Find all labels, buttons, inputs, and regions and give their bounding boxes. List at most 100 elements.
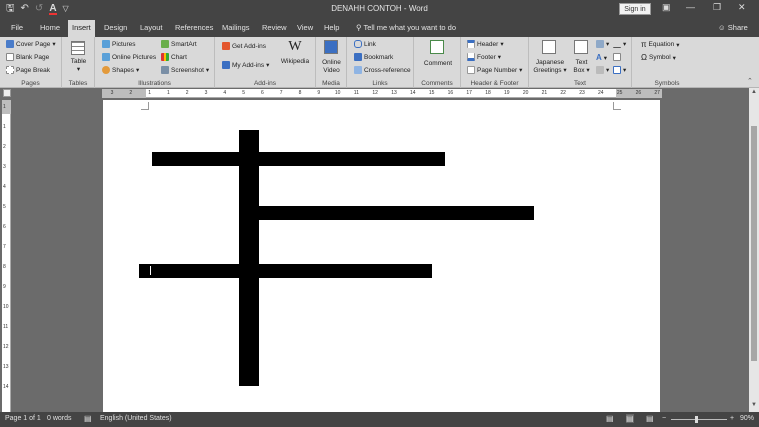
tab-help[interactable]: Help <box>320 22 343 37</box>
cross-reference-icon <box>354 66 362 74</box>
zoom-in-icon[interactable]: + <box>730 415 734 422</box>
vruler-number: 14 <box>3 384 9 390</box>
object-button[interactable]: ▾ <box>613 66 626 74</box>
date-time-button[interactable] <box>613 53 621 61</box>
header-label: Header <box>477 40 499 48</box>
ribbon-display-icon[interactable]: ▣ <box>662 2 671 13</box>
blank-page-button[interactable]: Blank Page <box>6 53 49 61</box>
group-text: Japanese Greetings ▾ Text Box ▾ ▾ A ▾ ▾ ▾ ▾… <box>529 37 632 88</box>
vertical-scrollbar[interactable]: ▲ ▼ <box>749 88 759 412</box>
group-label-comments: Comments <box>421 80 453 87</box>
table-button[interactable]: Table ▾ <box>66 58 91 74</box>
footer-button[interactable]: Footer ▾ <box>467 53 501 61</box>
zoom-level[interactable]: 90% <box>740 415 754 422</box>
ruler-number: 27 <box>654 90 660 96</box>
vertical-ruler[interactable]: 1 1 2 3 4 5 6 7 8 9 10 11 12 13 14 <box>2 100 11 412</box>
ruler-number: 2 <box>185 90 189 96</box>
tab-design[interactable]: Design <box>100 22 131 37</box>
wall-vertical[interactable] <box>239 130 259 386</box>
get-addins-button[interactable]: Get Add-ins <box>222 42 266 50</box>
ruler-number: 15 <box>428 90 435 96</box>
restore-button[interactable]: ❐ <box>713 2 721 13</box>
wikipedia-button[interactable]: Wikipedia <box>275 58 315 66</box>
document-page[interactable] <box>103 100 660 424</box>
tab-selector[interactable] <box>3 89 11 97</box>
equation-button[interactable]: π Equation ▾ <box>641 40 679 49</box>
zoom-slider-thumb[interactable] <box>695 416 699 423</box>
web-layout-icon[interactable]: ▤ <box>646 414 654 423</box>
close-button[interactable]: ✕ <box>738 2 746 13</box>
zoom-out-icon[interactable]: − <box>662 415 666 422</box>
symbol-button[interactable]: Ω Symbol ▾ <box>641 53 676 62</box>
japanese-greetings-button[interactable]: Japanese Greetings ▾ <box>531 59 569 75</box>
tab-home[interactable]: Home <box>36 22 64 37</box>
link-button[interactable]: Link <box>354 40 376 48</box>
read-mode-icon[interactable]: ▤ <box>606 414 614 423</box>
cross-reference-button[interactable]: Cross-reference <box>354 66 411 74</box>
scroll-down-icon[interactable]: ▼ <box>751 402 757 408</box>
table-icon[interactable] <box>71 41 85 55</box>
omega-icon: Ω <box>641 53 647 62</box>
zoom-slider[interactable] <box>671 419 727 420</box>
wall-top[interactable] <box>152 152 445 166</box>
cover-page-icon <box>6 40 14 48</box>
online-pictures-button[interactable]: Online Pictures <box>102 53 156 61</box>
ruler-number: 3 <box>204 90 208 96</box>
ruler-number: 22 <box>560 90 566 96</box>
comment-icon <box>430 40 444 54</box>
share-label: Share <box>727 23 748 32</box>
ruler-number: 5 <box>242 90 245 96</box>
tell-me-search[interactable]: ⚲ Tell me what you want to do <box>356 23 456 32</box>
tab-layout[interactable]: Layout <box>136 22 167 37</box>
my-addins-button[interactable]: My Add-ins ▾ <box>222 61 269 69</box>
smartart-button[interactable]: SmartArt <box>161 40 197 48</box>
group-label-text: Text <box>574 80 586 87</box>
quick-parts-button[interactable]: ▾ <box>596 40 609 48</box>
page-count[interactable]: Page 1 of 1 <box>5 415 41 422</box>
drop-cap-button[interactable]: ▾ <box>596 66 609 74</box>
proofing-icon[interactable]: ▤ <box>84 414 92 423</box>
wall-bottom[interactable] <box>139 264 432 278</box>
page-number-button[interactable]: Page Number ▾ <box>467 66 522 74</box>
tab-insert[interactable]: Insert <box>68 20 95 37</box>
ruler-number: 23 <box>579 90 585 96</box>
header-button[interactable]: Header ▾ <box>467 40 504 48</box>
horizontal-ruler[interactable]: 3 2 1 1 2 3 4 5 6 7 8 9 10 11 12 13 14 15 16 17 18 19 20 21 22 23… <box>102 89 662 98</box>
pictures-icon <box>102 40 110 48</box>
my-addins-label: My Add-ins <box>232 61 265 69</box>
comment-button[interactable]: Comment <box>417 60 459 68</box>
pictures-button[interactable]: Pictures <box>102 40 135 48</box>
wall-middle[interactable] <box>259 206 534 220</box>
group-label-media: Media <box>322 80 340 87</box>
tab-file[interactable]: File <box>7 22 27 37</box>
chart-button[interactable]: Chart <box>161 53 187 61</box>
tab-mailings[interactable]: Mailings <box>218 22 254 37</box>
online-video-button[interactable]: Online Video <box>318 59 345 75</box>
collapse-ribbon-icon[interactable]: ⌃ <box>747 77 753 85</box>
signature-line-button[interactable]: ▾ <box>613 40 626 48</box>
wordart-button[interactable]: A ▾ <box>596 53 607 62</box>
bookmark-button[interactable]: Bookmark <box>354 53 393 61</box>
language-status[interactable]: English (United States) <box>100 415 172 422</box>
cover-page-button[interactable]: Cover Page ▾ <box>6 40 56 48</box>
ruler-number: 8 <box>298 90 302 96</box>
screenshot-button[interactable]: Screenshot ▾ <box>161 66 209 74</box>
footer-label: Footer <box>477 53 496 61</box>
word-count[interactable]: 0 words <box>47 415 72 422</box>
share-button[interactable]: ☺ Share <box>718 23 748 32</box>
tab-references[interactable]: References <box>171 22 217 37</box>
text-box-button[interactable]: Text Box ▾ <box>569 59 594 75</box>
minimize-button[interactable]: — <box>686 2 695 12</box>
tab-review[interactable]: Review <box>258 22 291 37</box>
scroll-up-icon[interactable]: ▲ <box>751 89 757 95</box>
bookmark-icon <box>354 53 362 61</box>
page-break-button[interactable]: Page Break <box>6 66 50 74</box>
scroll-thumb[interactable] <box>751 126 757 361</box>
shapes-button[interactable]: Shapes ▾ <box>102 66 139 74</box>
page-number-label: Page Number <box>477 66 518 74</box>
tab-view[interactable]: View <box>293 22 317 37</box>
sign-in-button[interactable]: Sign in <box>619 3 651 15</box>
vruler-number: 4 <box>3 184 6 190</box>
smartart-label: SmartArt <box>171 40 197 48</box>
print-layout-icon[interactable]: ▤ <box>626 414 634 423</box>
